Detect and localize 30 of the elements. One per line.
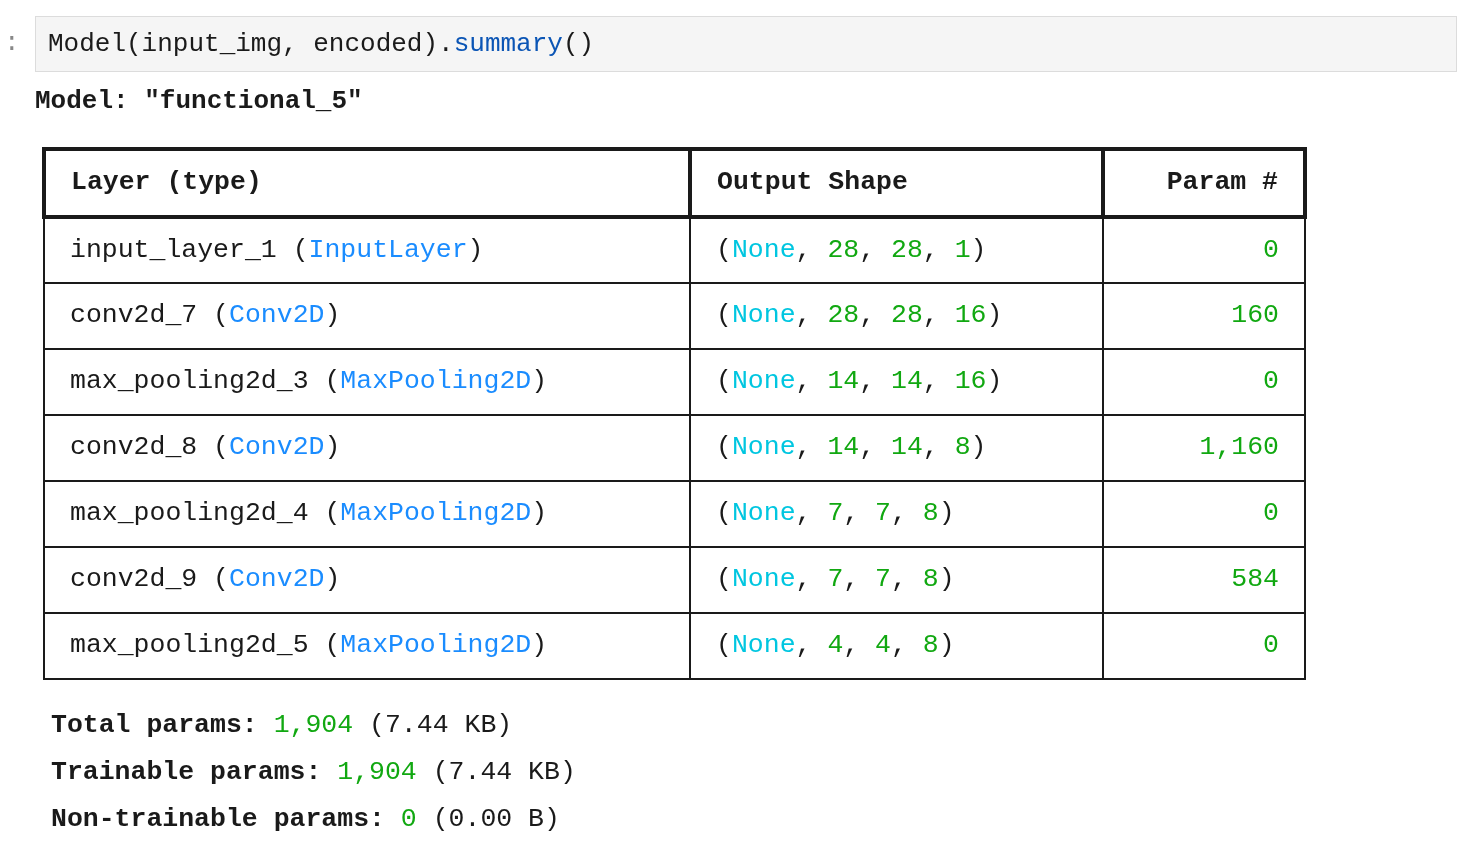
layer-cell: input_layer_1 (InputLayer) [44,217,691,283]
layer-cell: conv2d_9 (Conv2D) [44,547,691,613]
layer-cell: max_pooling2d_3 (MaxPooling2D) [44,349,691,415]
column-header: Layer (type) [44,149,691,217]
output-shape-cell: (None, 28, 28, 1) [690,217,1104,283]
output-shape-cell: (None, 14, 14, 16) [690,349,1104,415]
code-input[interactable]: Model(input_img, encoded).summary() [35,16,1457,72]
layer-cell: max_pooling2d_5 (MaxPooling2D) [44,613,691,679]
output-shape-cell: (None, 7, 7, 8) [690,481,1104,547]
layer-cell: conv2d_8 (Conv2D) [44,415,691,481]
param-count-cell: 0 [1103,349,1305,415]
params-summary-line: Trainable params: 1,904 (7.44 KB) [51,756,577,789]
output-shape-cell: (None, 14, 14, 8) [690,415,1104,481]
param-count-cell: 1,160 [1103,415,1305,481]
layer-cell: conv2d_7 (Conv2D) [44,283,691,349]
param-count-cell: 0 [1103,217,1305,283]
param-count-cell: 584 [1103,547,1305,613]
param-count-cell: 0 [1103,481,1305,547]
model-title: Model: "functional_5" [35,85,364,118]
layer-cell: max_pooling2d_4 (MaxPooling2D) [44,481,691,547]
param-count-cell: 0 [1103,613,1305,679]
param-count-cell: 160 [1103,283,1305,349]
column-header: Output Shape [690,149,1104,217]
params-summary-line: Total params: 1,904 (7.44 KB) [51,709,514,742]
column-header: Param # [1103,149,1305,217]
params-summary-line: Non-trainable params: 0 (0.00 B) [51,803,561,836]
output-shape-cell: (None, 7, 7, 8) [690,547,1104,613]
output-shape-cell: (None, 28, 28, 16) [690,283,1104,349]
output-shape-cell: (None, 4, 4, 8) [690,613,1104,679]
cell-prompt: : [3,27,21,60]
